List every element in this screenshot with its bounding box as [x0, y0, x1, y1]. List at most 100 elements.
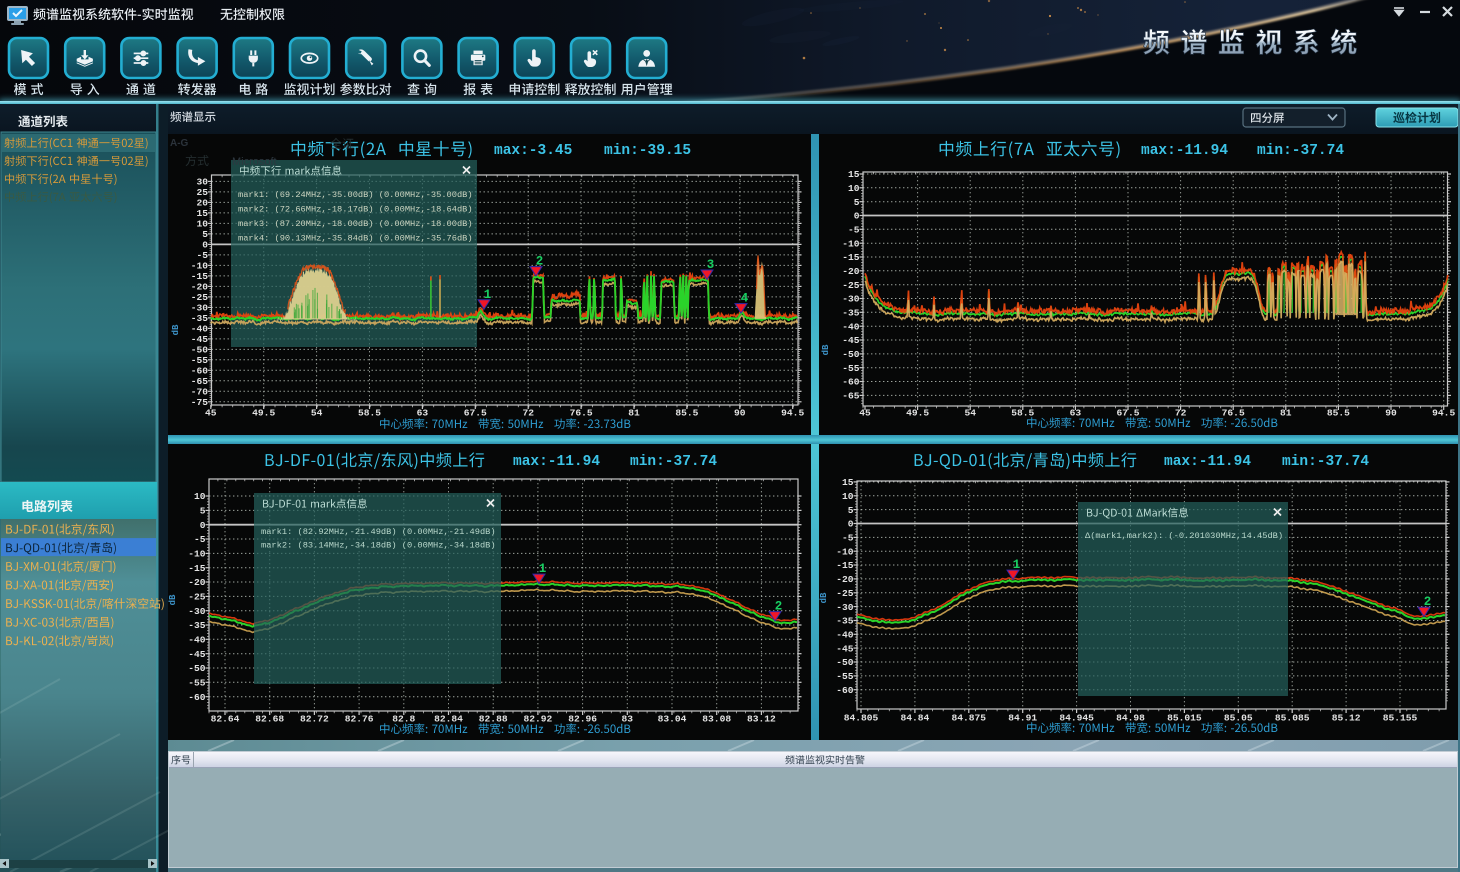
- svg-text:82.68: 82.68: [255, 714, 284, 725]
- svg-text:-55: -55: [842, 363, 860, 374]
- svg-text:-45: -45: [191, 334, 209, 345]
- svg-text:min:-37.74: min:-37.74: [1257, 143, 1344, 159]
- svg-text:-40: -40: [842, 321, 860, 332]
- svg-text:72: 72: [1175, 408, 1187, 419]
- svg-text:82.96: 82.96: [568, 714, 597, 725]
- svg-text:81: 81: [628, 408, 640, 419]
- svg-text:85.5: 85.5: [675, 408, 698, 419]
- svg-text:-65: -65: [842, 391, 860, 402]
- svg-text:84.98: 84.98: [1116, 713, 1145, 724]
- svg-text:-25: -25: [188, 592, 206, 603]
- svg-text:-10: -10: [842, 238, 860, 249]
- svg-text:10: 10: [196, 219, 208, 230]
- svg-text:85.155: 85.155: [1383, 713, 1418, 724]
- svg-text:-5: -5: [848, 225, 860, 236]
- svg-text:2: 2: [536, 255, 544, 269]
- svg-text:45: 45: [859, 408, 871, 419]
- svg-text:-50: -50: [191, 345, 209, 356]
- svg-text:-55: -55: [191, 355, 209, 366]
- svg-text:-15: -15: [836, 560, 854, 571]
- svg-text:mark4: (90.13MHz,-35.84dB) (0.: mark4: (90.13MHz,-35.84dB) (0.00MHz,-35.…: [238, 234, 473, 244]
- svg-text:76.5: 76.5: [1222, 408, 1245, 419]
- svg-text:dB: dB: [171, 324, 181, 335]
- svg-text:10: 10: [194, 491, 206, 502]
- svg-text:-10: -10: [188, 549, 206, 560]
- svg-text:mark1: (69.24MHz,-35.00dB) (0.: mark1: (69.24MHz,-35.00dB) (0.00MHz,-35.…: [238, 190, 473, 200]
- svg-text:82.72: 82.72: [300, 714, 329, 725]
- svg-text:-15: -15: [188, 563, 206, 574]
- svg-text:mark1: (82.92MHz,-21.49dB) (0.: mark1: (82.92MHz,-21.49dB) (0.00MHz,-21.…: [261, 527, 496, 537]
- svg-text:94.5: 94.5: [1432, 408, 1455, 419]
- svg-text:-25: -25: [191, 292, 209, 303]
- svg-text:-40: -40: [188, 635, 206, 646]
- svg-text:83.04: 83.04: [658, 714, 687, 725]
- svg-text:90: 90: [734, 408, 746, 419]
- svg-text:5: 5: [202, 229, 208, 240]
- svg-text:2: 2: [1424, 595, 1432, 609]
- svg-text:85.05: 85.05: [1224, 713, 1253, 724]
- svg-text:2: 2: [775, 600, 783, 614]
- svg-text:-25: -25: [836, 588, 854, 599]
- svg-text:-35: -35: [191, 313, 209, 324]
- svg-text:-15: -15: [842, 252, 860, 263]
- svg-text:45: 45: [205, 408, 217, 419]
- svg-text:dB: dB: [819, 592, 829, 603]
- svg-text:63: 63: [1070, 408, 1082, 419]
- svg-text:-45: -45: [842, 335, 860, 346]
- svg-text:-50: -50: [836, 657, 854, 668]
- svg-text:84.875: 84.875: [952, 713, 987, 724]
- svg-text:82.64: 82.64: [211, 714, 240, 725]
- svg-text:5: 5: [848, 505, 854, 516]
- svg-text:-60: -60: [842, 377, 860, 388]
- svg-text:49.5: 49.5: [252, 408, 275, 419]
- svg-text:-40: -40: [836, 630, 854, 641]
- svg-text:5: 5: [854, 197, 860, 208]
- svg-text:Δ(mark1,mark2): (-0.201030MHz,: Δ(mark1,mark2): (-0.201030MHz,14.45dB): [1085, 531, 1283, 541]
- svg-text:-10: -10: [191, 261, 209, 272]
- svg-text:82.88: 82.88: [479, 714, 508, 725]
- svg-text:max:-11.94: max:-11.94: [1141, 143, 1228, 159]
- svg-text:-60: -60: [836, 685, 854, 696]
- svg-text:30: 30: [196, 177, 208, 188]
- svg-text:10: 10: [848, 183, 860, 194]
- svg-text:mark2: (83.14MHz,-34.18dB) (0.: mark2: (83.14MHz,-34.18dB) (0.00MHz,-34.…: [261, 541, 496, 551]
- svg-text:67.5: 67.5: [464, 408, 487, 419]
- svg-text:82.76: 82.76: [345, 714, 374, 725]
- svg-text:-55: -55: [188, 678, 206, 689]
- svg-text:85.5: 85.5: [1327, 408, 1350, 419]
- svg-text:0: 0: [202, 240, 208, 251]
- svg-text:max:-3.45: max:-3.45: [494, 143, 572, 159]
- svg-text:min:-39.15: min:-39.15: [604, 143, 691, 159]
- svg-text:max:-11.94: max:-11.94: [513, 454, 600, 470]
- svg-text:-35: -35: [188, 620, 206, 631]
- svg-text:-30: -30: [842, 294, 860, 305]
- svg-text:3: 3: [707, 258, 715, 272]
- svg-text:83: 83: [622, 714, 634, 725]
- svg-text:82.84: 82.84: [434, 714, 463, 725]
- svg-text:-20: -20: [188, 577, 206, 588]
- svg-text:82.92: 82.92: [524, 714, 553, 725]
- svg-text:54: 54: [311, 408, 323, 419]
- svg-text:-60: -60: [191, 366, 209, 377]
- svg-text:15: 15: [842, 477, 854, 488]
- svg-text:76.5: 76.5: [570, 408, 593, 419]
- svg-text:-30: -30: [188, 606, 206, 617]
- svg-text:-20: -20: [191, 282, 209, 293]
- svg-text:85.015: 85.015: [1167, 713, 1202, 724]
- svg-text:94.5: 94.5: [781, 408, 804, 419]
- svg-text:-10: -10: [836, 546, 854, 557]
- svg-text:-35: -35: [836, 616, 854, 627]
- svg-text:dB: dB: [821, 344, 831, 355]
- svg-text:min:-37.74: min:-37.74: [1282, 454, 1369, 470]
- svg-text:84.84: 84.84: [901, 713, 930, 724]
- svg-text:-20: -20: [836, 574, 854, 585]
- svg-text:-65: -65: [191, 376, 209, 387]
- svg-text:-35: -35: [842, 308, 860, 319]
- svg-text:15: 15: [848, 169, 860, 180]
- svg-text:25: 25: [196, 187, 208, 198]
- svg-text:min:-37.74: min:-37.74: [630, 454, 717, 470]
- svg-text:-5: -5: [194, 534, 206, 545]
- svg-text:-20: -20: [842, 266, 860, 277]
- svg-text:58.5: 58.5: [358, 408, 381, 419]
- svg-text:83.12: 83.12: [747, 714, 776, 725]
